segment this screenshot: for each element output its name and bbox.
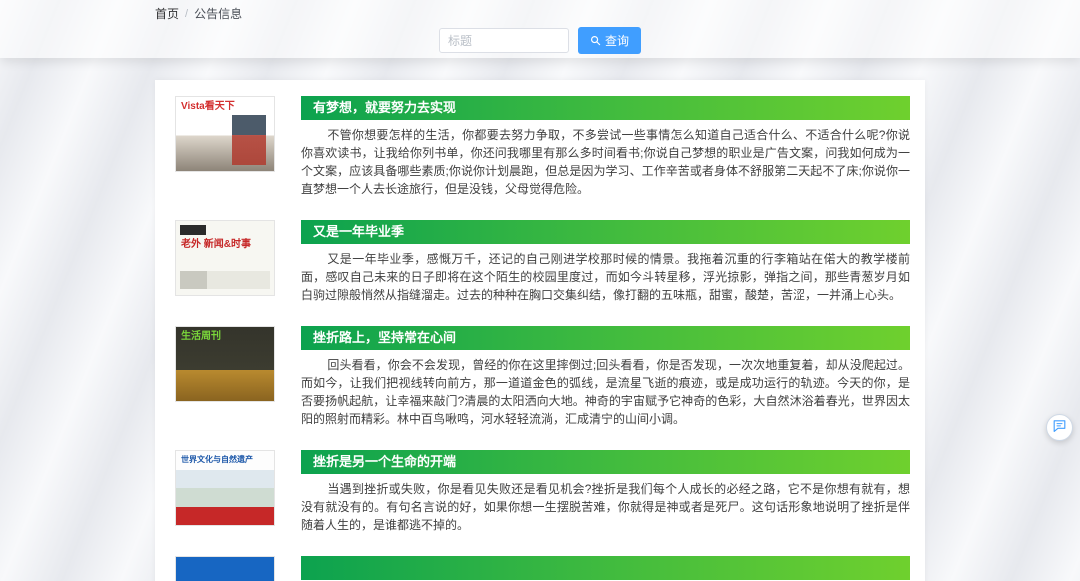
feedback-button[interactable]	[1046, 414, 1073, 441]
article-thumbnail[interactable]: Vista看天下	[175, 96, 275, 172]
thumbnail-label: 生活周刊	[176, 327, 226, 347]
breadcrumb-separator: /	[185, 8, 188, 20]
article-excerpt: 不管你想要怎样的生活，你都要去努力争取，不多尝试一些事情怎么知道自己适合什么、不…	[301, 126, 910, 198]
article-body: 有梦想，就要努力去实现 不管你想要怎样的生活，你都要去努力争取，不多尝试一些事情…	[301, 96, 910, 198]
article-title[interactable]	[301, 556, 910, 580]
article-thumbnail[interactable]: 老外 新闻&时事	[175, 220, 275, 296]
article-body	[301, 556, 910, 581]
article-excerpt: 回头看看，你会不会发现，曾经的你在这里摔倒过;回头看看，你是否发现，一次次地重复…	[301, 356, 910, 428]
breadcrumb-home[interactable]: 首页	[155, 5, 179, 22]
article-item: Vista看天下 有梦想，就要努力去实现 不管你想要怎样的生活，你都要去努力争取…	[175, 96, 910, 198]
article-item	[175, 556, 910, 581]
search-icon	[590, 35, 601, 46]
article-list-card: Vista看天下 有梦想，就要努力去实现 不管你想要怎样的生活，你都要去努力争取…	[155, 80, 925, 581]
page-header: 首页 / 公告信息 查询	[0, 0, 1080, 58]
article-body: 挫折是另一个生命的开端 当遇到挫折或失败，你是看见失败还是看见机会?挫折是我们每…	[301, 450, 910, 534]
search-button[interactable]: 查询	[578, 27, 641, 54]
article-body: 挫折路上，坚持常在心间 回头看看，你会不会发现，曾经的你在这里摔倒过;回头看看，…	[301, 326, 910, 428]
breadcrumb-current: 公告信息	[194, 5, 242, 22]
article-thumbnail[interactable]	[175, 556, 275, 581]
thumbnail-label: 世界文化与自然遗产	[176, 451, 258, 468]
article-title[interactable]: 挫折路上，坚持常在心间	[301, 326, 910, 350]
search-button-label: 查询	[605, 32, 629, 49]
search-bar: 查询	[0, 27, 1080, 54]
chat-pencil-icon	[1052, 418, 1067, 438]
article-title[interactable]: 又是一年毕业季	[301, 220, 910, 244]
search-input[interactable]	[439, 28, 569, 53]
thumbnail-label	[176, 557, 186, 565]
article-thumbnail[interactable]: 世界文化与自然遗产	[175, 450, 275, 526]
article-body: 又是一年毕业季 又是一年毕业季，感慨万千，还记的自己刚进学校那时候的情景。我拖着…	[301, 220, 910, 304]
thumbnail-label: Vista看天下	[176, 97, 240, 117]
article-title[interactable]: 挫折是另一个生命的开端	[301, 450, 910, 474]
article-item: 世界文化与自然遗产 挫折是另一个生命的开端 当遇到挫折或失败，你是看见失败还是看…	[175, 450, 910, 534]
article-thumbnail[interactable]: 生活周刊	[175, 326, 275, 402]
article-excerpt: 当遇到挫折或失败，你是看见失败还是看见机会?挫折是我们每个人成长的必经之路，它不…	[301, 480, 910, 534]
article-excerpt: 又是一年毕业季，感慨万千，还记的自己刚进学校那时候的情景。我拖着沉重的行李箱站在…	[301, 250, 910, 304]
breadcrumb: 首页 / 公告信息	[155, 5, 242, 22]
article-title[interactable]: 有梦想，就要努力去实现	[301, 96, 910, 120]
article-item: 生活周刊 挫折路上，坚持常在心间 回头看看，你会不会发现，曾经的你在这里摔倒过;…	[175, 326, 910, 428]
thumbnail-label: 老外 新闻&时事	[176, 235, 256, 255]
article-item: 老外 新闻&时事 又是一年毕业季 又是一年毕业季，感慨万千，还记的自己刚进学校那…	[175, 220, 910, 304]
